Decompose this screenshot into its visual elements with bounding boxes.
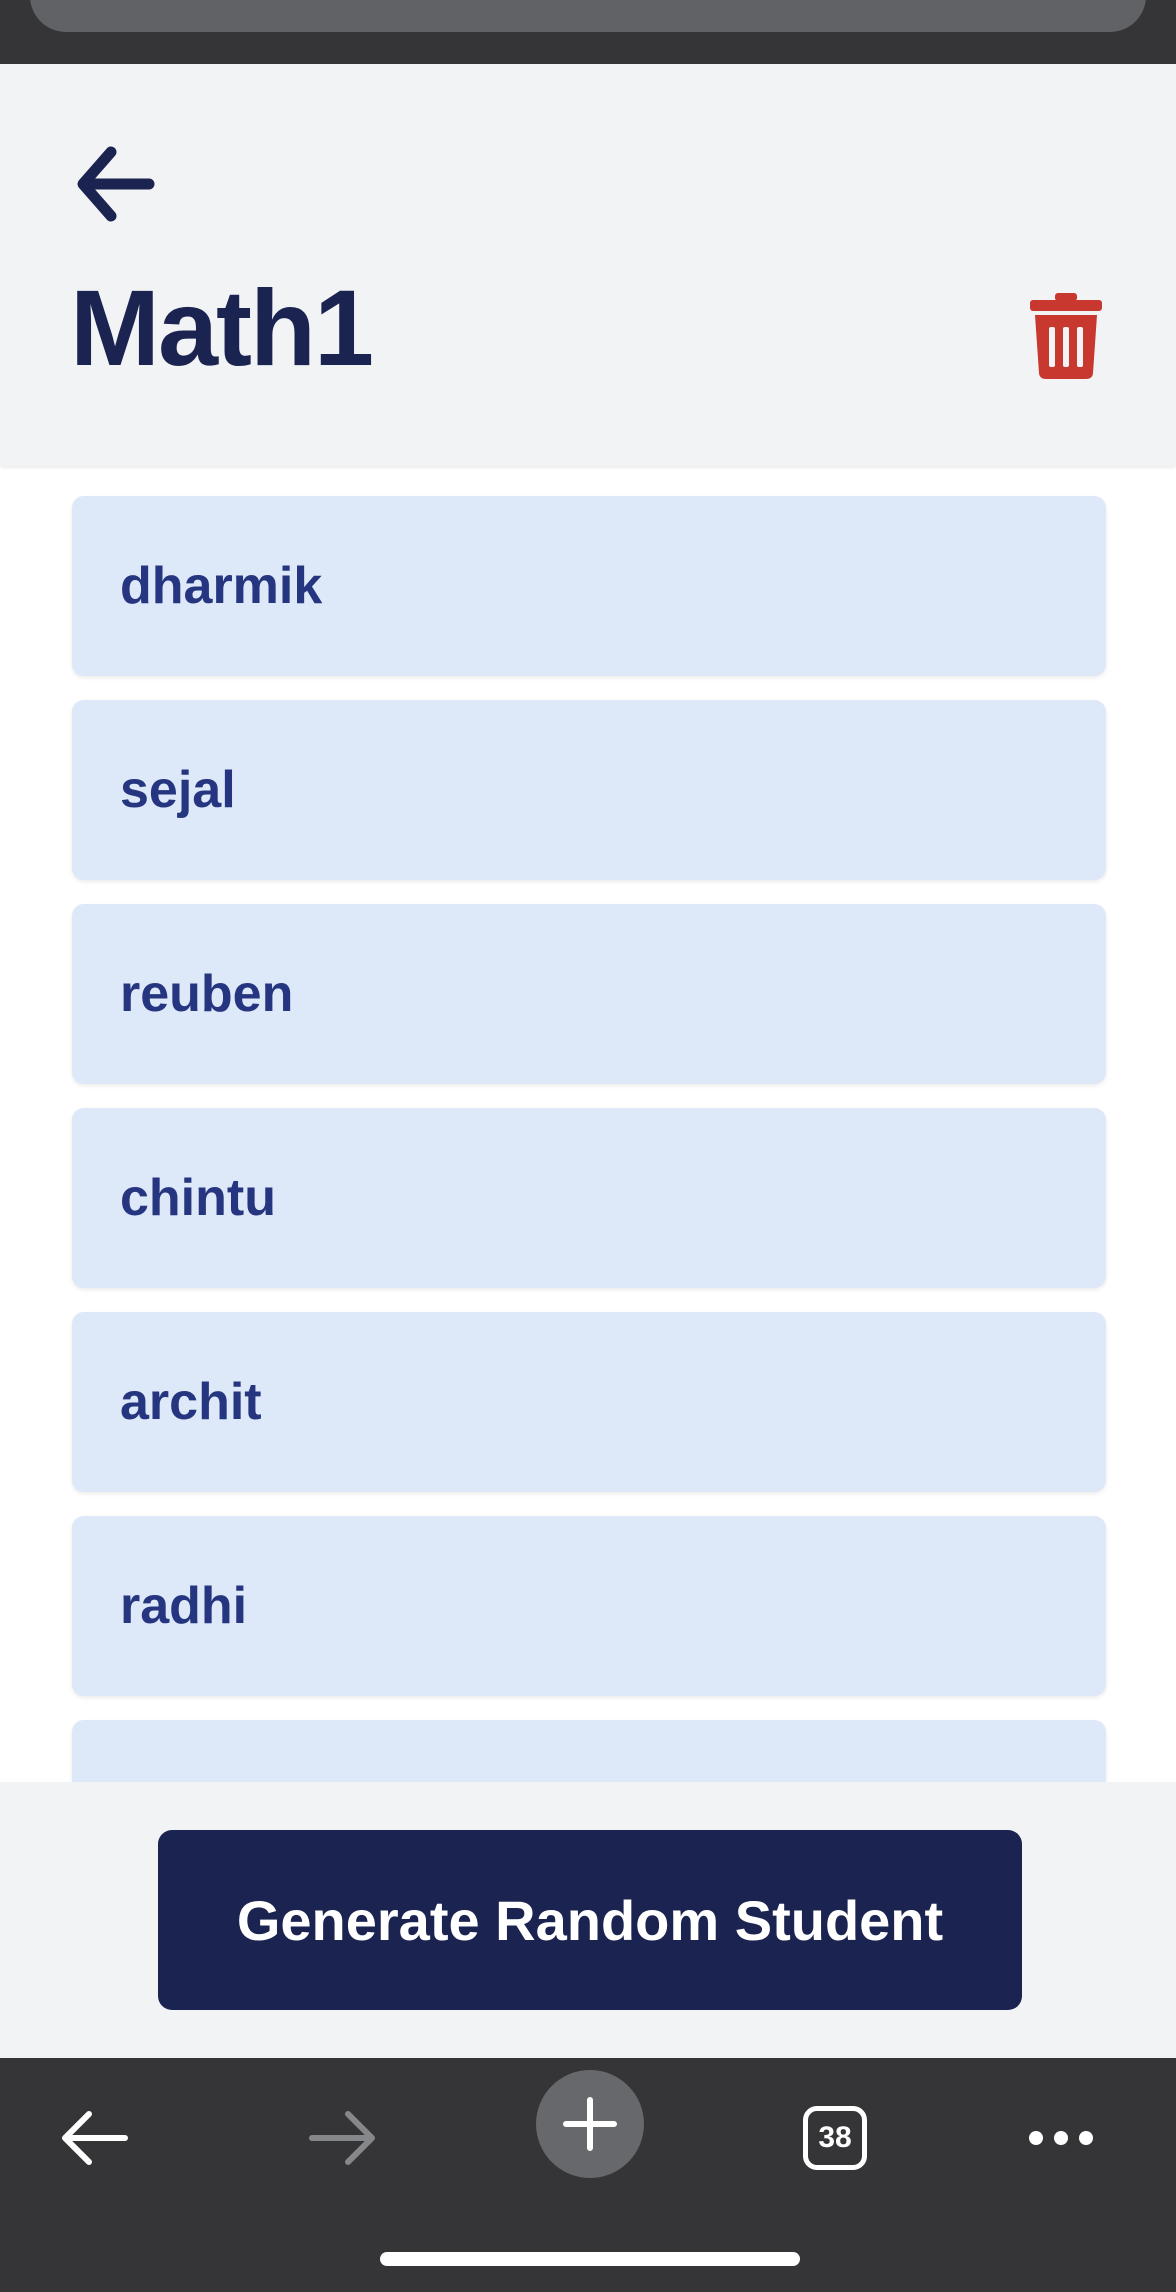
browser-top-bar — [0, 0, 1176, 64]
action-area: Generate Random Student — [0, 1782, 1176, 2058]
home-indicator — [380, 2252, 800, 2266]
tabs-icon: 38 — [803, 2106, 867, 2170]
browser-toolbar: 38 — [0, 2058, 1176, 2292]
browser-forward-button[interactable] — [282, 2078, 402, 2198]
arrow-left-icon — [62, 2111, 128, 2165]
page-title: Math1 — [70, 267, 374, 388]
tabs-button[interactable]: 38 — [775, 2078, 895, 2198]
student-name: sejal — [120, 761, 236, 819]
student-name: reuben — [120, 965, 294, 1023]
new-tab-button[interactable] — [536, 2070, 644, 2178]
student-list[interactable]: dharmik sejal reuben chintu archit radhi — [0, 466, 1176, 1782]
arrow-left-icon — [77, 146, 155, 222]
back-button[interactable] — [70, 139, 160, 229]
plus-icon — [563, 2097, 617, 2151]
student-card[interactable]: dharmik — [72, 496, 1106, 676]
delete-button[interactable] — [1020, 286, 1112, 386]
student-card[interactable] — [72, 1720, 1106, 1782]
generate-random-student-button[interactable]: Generate Random Student — [158, 1830, 1022, 2010]
more-button[interactable] — [1001, 2078, 1121, 2198]
student-name: dharmik — [120, 557, 323, 615]
student-name: radhi — [120, 1577, 248, 1635]
app-header: Math1 — [0, 64, 1176, 466]
more-icon — [1029, 2131, 1093, 2145]
address-bar[interactable] — [30, 0, 1146, 32]
tab-count: 38 — [818, 2121, 852, 2154]
student-name: chintu — [120, 1169, 276, 1227]
student-card[interactable]: sejal — [72, 700, 1106, 880]
student-card[interactable]: archit — [72, 1312, 1106, 1492]
student-card[interactable]: reuben — [72, 904, 1106, 1084]
student-name: archit — [120, 1373, 262, 1431]
arrow-right-icon — [309, 2111, 375, 2165]
student-card[interactable]: radhi — [72, 1516, 1106, 1696]
browser-back-button[interactable] — [35, 2078, 155, 2198]
trash-icon — [1030, 293, 1102, 379]
student-card[interactable]: chintu — [72, 1108, 1106, 1288]
